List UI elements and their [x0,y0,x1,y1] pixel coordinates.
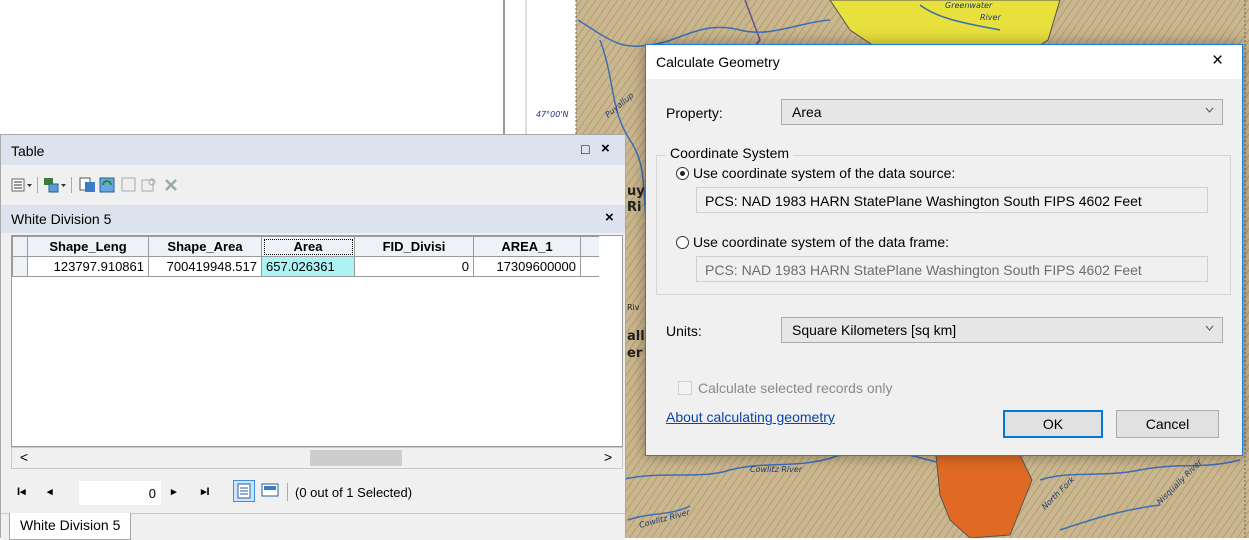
calculate-geometry-dialog: Calculate Geometry × Property: Area Coor… [645,44,1243,456]
column-header[interactable]: AREA_1 [473,236,581,257]
table-cell[interactable]: 17309600000 [473,256,581,277]
table-cell[interactable]: 0 [354,256,474,277]
scrollbar-thumb[interactable] [310,450,402,466]
radio-data-source-label[interactable]: Use coordinate system of the data source… [693,165,955,181]
map-label-fragment-2: Ri [627,200,641,215]
radio-data-frame-label[interactable]: Use coordinate system of the data frame: [693,234,949,250]
close-button[interactable]: × [601,140,610,157]
column-header[interactable]: Shape_Area [148,236,262,257]
help-link[interactable]: About calculating geometry [666,409,835,425]
row-selector[interactable] [12,256,28,277]
zoom-to-selected-icon[interactable] [141,177,157,193]
restore-button[interactable]: □ [581,141,589,157]
horizontal-scrollbar[interactable]: < > [11,447,623,469]
corner-cell[interactable] [12,236,28,257]
show-selected-records-button[interactable] [261,483,279,497]
record-number: 0 [148,486,156,501]
table-toolbar [1,165,625,205]
data-frame-cs-field: PCS: NAD 1983 HARN StatePlane Washington… [696,256,1208,282]
map-coordinate-label: 47°00'N [536,110,569,119]
table-name: White Division 5 [11,211,112,227]
property-label: Property: [666,105,723,121]
coordinate-system-label: Coordinate System [666,145,794,161]
units-value: Square Kilometers [sq km] [792,322,957,338]
scroll-right-button[interactable]: > [604,449,612,465]
clear-selection-icon[interactable] [121,177,137,193]
column-header[interactable]: Shape_Leng [27,236,149,257]
show-all-records-button[interactable] [233,480,255,502]
table-tab-strip: White Division 5 [1,513,625,540]
selected-only-label: Calculate selected records only [698,380,893,396]
first-record-button[interactable]: I◂ [17,485,26,498]
property-value: Area [792,104,822,120]
radio-data-frame[interactable] [676,236,689,249]
dialog-close-button[interactable]: × [1212,50,1223,72]
column-header-selected[interactable]: Area [261,236,355,257]
table-cell[interactable]: 123797.910861 [27,256,149,277]
map-label-greenwater: Greenwater [945,1,993,10]
table-cell-overflow [580,256,599,277]
radio-data-source[interactable] [676,167,689,180]
units-dropdown[interactable]: Square Kilometers [sq km] [781,317,1223,343]
toolbar-separator [37,177,38,193]
table-cell-selected[interactable]: 657.026361 [261,256,355,277]
select-by-attributes-icon[interactable] [79,177,95,193]
toolbar-separator [71,177,72,193]
delete-selected-icon[interactable] [163,177,179,193]
property-dropdown[interactable]: Area [781,99,1223,125]
selected-only-checkbox[interactable] [678,381,692,395]
record-navigation: I◂ ◂ 0 ▸ ▸I (0 out of 1 Selected) [11,477,623,507]
switch-selection-icon[interactable] [99,177,115,193]
units-label: Units: [666,323,702,339]
tab-white-division-5[interactable]: White Division 5 [9,513,132,540]
table-tab-header: White Division 5 × [1,205,625,233]
map-label-fragment-5: Riv [627,303,640,312]
table-window-title: Table [11,143,45,159]
dialog-titlebar[interactable]: Calculate Geometry × [646,45,1242,79]
last-record-button[interactable]: ▸I [201,485,210,498]
table-row[interactable]: 123797.910861 700419948.517 657.026361 0… [12,256,599,277]
table-header-row: Shape_Leng Shape_Area Area FID_Divisi AR… [12,236,599,257]
close-table-button[interactable]: × [605,209,614,226]
data-source-cs-value: PCS: NAD 1983 HARN StatePlane Washington… [705,193,1142,209]
scroll-left-button[interactable]: < [20,449,28,465]
attribute-table: Shape_Leng Shape_Area Area FID_Divisi AR… [12,236,599,277]
related-tables-icon[interactable] [43,177,66,193]
cancel-button[interactable]: Cancel [1116,410,1219,438]
map-label-fragment-4: er [627,346,643,361]
table-window-titlebar[interactable]: Table □ × [1,135,625,165]
chevron-down-icon [1205,325,1214,331]
record-number-input[interactable]: 0 [79,481,161,505]
table-window: Table □ × White Division 5 × Shape_Leng … [0,134,626,540]
column-header-overflow [580,236,599,257]
map-label-fragment-3: all [627,329,645,344]
next-record-button[interactable]: ▸ [171,485,177,498]
attribute-grid[interactable]: Shape_Leng Shape_Area Area FID_Divisi AR… [11,235,623,447]
map-label-cowlitz-river: Cowlitz River [750,465,803,474]
table-options-icon[interactable] [11,177,32,193]
show-selected-records-icon [261,483,279,497]
table-cell[interactable]: 700419948.517 [148,256,262,277]
ok-button[interactable]: OK [1003,410,1103,438]
show-all-records-icon [237,483,251,499]
selection-status: (0 out of 1 Selected) [295,485,413,500]
map-label-river: River [980,13,1001,22]
radio-dot [680,171,685,176]
data-source-cs-field: PCS: NAD 1983 HARN StatePlane Washington… [696,187,1208,213]
previous-record-button[interactable]: ◂ [47,485,53,498]
column-header[interactable]: FID_Divisi [354,236,474,257]
chevron-down-icon [1205,107,1214,113]
data-frame-cs-value: PCS: NAD 1983 HARN StatePlane Washington… [705,262,1142,278]
dialog-title: Calculate Geometry [656,54,780,70]
nav-separator [287,483,288,501]
